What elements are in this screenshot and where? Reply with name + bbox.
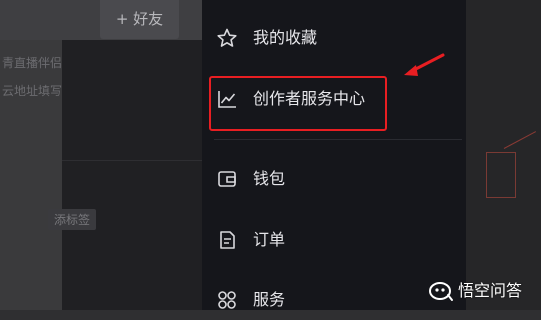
background-annotation-line bbox=[503, 131, 537, 149]
background-main-panel bbox=[62, 0, 202, 310]
menu-divider bbox=[214, 139, 462, 140]
add-tag-button[interactable]: 添标签 bbox=[48, 209, 97, 230]
side-drawer-menu: 我的收藏 创作者服务中心 钱包 订单 服务 bbox=[202, 0, 466, 310]
menu-item-label: 服务 bbox=[253, 290, 286, 309]
background-left-panel bbox=[0, 0, 62, 310]
menu-item-label: 订单 bbox=[253, 230, 286, 249]
menu-item-label: 钱包 bbox=[253, 169, 286, 188]
background-text-line: 青直播伴侣 bbox=[2, 56, 63, 70]
background-right-panel bbox=[466, 0, 541, 310]
add-friend-button[interactable]: + 好友 bbox=[100, 0, 179, 39]
annotation-arrow-icon bbox=[404, 53, 445, 76]
grid-icon bbox=[218, 291, 236, 309]
highlight-box bbox=[209, 76, 387, 131]
watermark-text: 悟空问答 bbox=[458, 281, 523, 300]
wallet-icon bbox=[218, 171, 236, 187]
menu-item-orders[interactable]: 订单 bbox=[202, 220, 466, 260]
background-annotation-box bbox=[486, 152, 516, 198]
order-icon bbox=[220, 231, 235, 249]
menu-item-services[interactable]: 服务 bbox=[202, 280, 466, 320]
background-text-line: 云地址填写 bbox=[2, 84, 63, 98]
menu-item-wallet[interactable]: 钱包 bbox=[202, 159, 466, 199]
menu-item-label: 我的收藏 bbox=[253, 28, 318, 47]
background-divider bbox=[62, 160, 202, 161]
star-icon bbox=[217, 28, 237, 47]
wukong-logo-icon bbox=[429, 282, 453, 301]
